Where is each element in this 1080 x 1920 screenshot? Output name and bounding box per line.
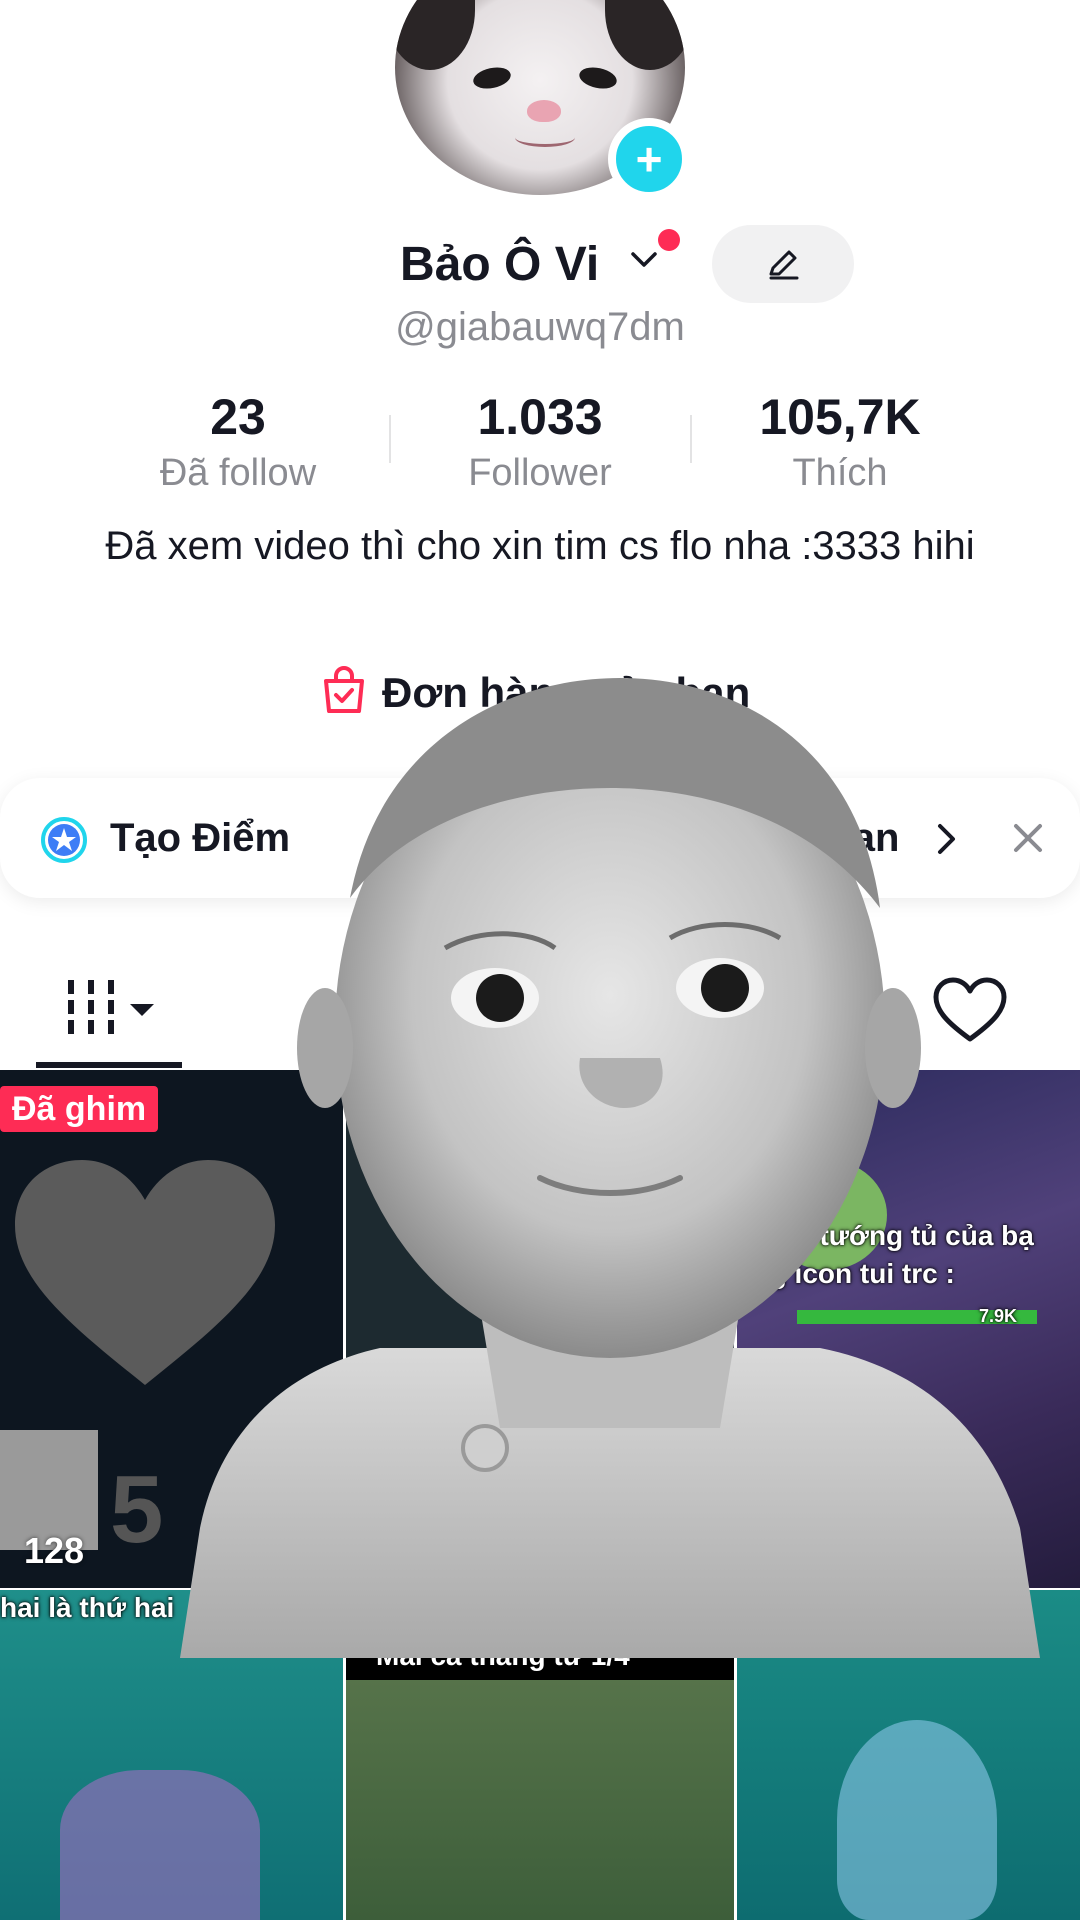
display-name[interactable]: Bảo Ô Vi (400, 237, 599, 292)
bio: Đã xem video thì cho xin tim cs flo nha … (105, 524, 975, 568)
name-row: Bảo Ô Vi (0, 225, 1080, 303)
star-icon (41, 817, 87, 863)
grid-icon (68, 980, 154, 1034)
baby-overlay-image (180, 678, 1040, 1658)
tab-videos[interactable] (36, 960, 186, 1070)
gameplay-image (346, 1680, 734, 1920)
stat-following-label: Đã follow (159, 452, 317, 494)
tab-indicator (36, 1062, 182, 1068)
notification-dot (658, 229, 680, 251)
stat-following-value: 23 (210, 389, 266, 445)
stat-followers-value: 1.033 (477, 389, 603, 445)
view-count: 128 (24, 1530, 85, 1571)
edit-profile-button[interactable] (712, 225, 854, 303)
stat-likes-value: 105,7K (759, 389, 921, 445)
plus-icon: + (635, 133, 663, 185)
avatar-mouth (515, 128, 575, 147)
video-caption: hai là thứ hai (0, 1592, 175, 1623)
username: @giabauwq7dm (395, 305, 685, 349)
avatar-nose (527, 100, 561, 122)
chevron-down-icon[interactable] (628, 243, 660, 275)
avatar-ear-left (395, 0, 475, 70)
stat-following[interactable]: 23 Đã follow (88, 388, 388, 495)
stat-followers-label: Follower (468, 452, 612, 494)
avatar-ear-right (605, 0, 685, 70)
pinned-badge: Đã ghim (0, 1086, 159, 1132)
stat-likes-label: Thích (792, 452, 888, 494)
stat-likes[interactable]: 105,7K Thích (690, 388, 990, 495)
avatar-eye-right (577, 64, 619, 92)
pencil-icon (769, 250, 799, 280)
character-image (837, 1720, 997, 1920)
avatar-eye-left (471, 64, 513, 92)
overlay-number: 5 (110, 1456, 164, 1563)
add-avatar-button[interactable]: + (608, 118, 690, 200)
character-image (60, 1770, 260, 1920)
stat-followers[interactable]: 1.033 Follower (390, 388, 690, 495)
